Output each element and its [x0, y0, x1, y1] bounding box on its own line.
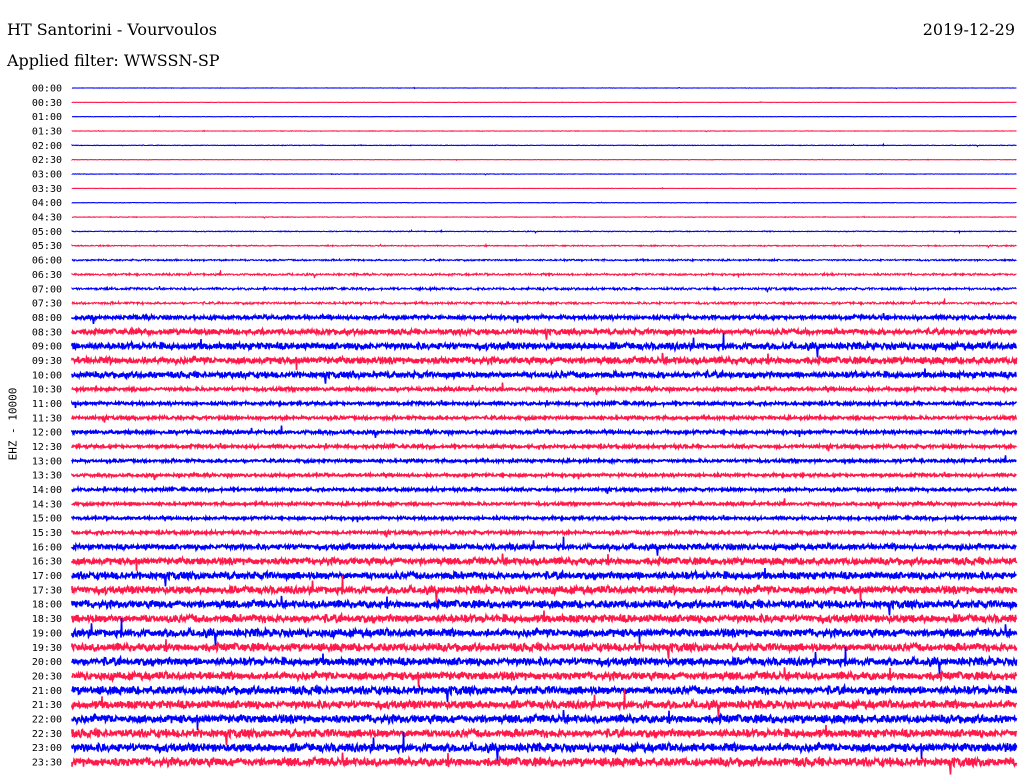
trace-row: [71, 413, 1018, 423]
trace-row: [71, 326, 1018, 340]
time-label: 18:30: [32, 614, 62, 625]
time-label: 03:00: [32, 170, 62, 181]
time-label: 17:30: [32, 585, 62, 596]
time-label: 23:30: [32, 757, 62, 768]
time-label: 06:00: [32, 256, 62, 267]
time-label: 20:30: [32, 671, 62, 682]
trace-row: [71, 201, 1017, 205]
time-label: 13:30: [32, 471, 62, 482]
trace-group: [71, 86, 1018, 775]
time-label: 06:30: [32, 270, 62, 281]
time-label: 16:30: [32, 557, 62, 568]
trace-row: [71, 610, 1018, 625]
time-label: 09:30: [32, 356, 62, 367]
trace-row: [71, 441, 1017, 452]
trace-row: [71, 709, 1018, 731]
time-label: 02:30: [32, 155, 62, 166]
time-label: 03:30: [32, 184, 62, 195]
time-label: 21:00: [32, 686, 62, 697]
time-label: 09:00: [32, 342, 62, 353]
time-label: 10:30: [32, 385, 62, 396]
time-label: 00:30: [32, 98, 62, 109]
trace-row: [71, 536, 1017, 556]
trace-row: [71, 425, 1018, 438]
time-label: 05:30: [32, 241, 62, 252]
trace-row: [71, 142, 1017, 148]
time-label: 12:30: [32, 442, 62, 453]
trace-row: [71, 242, 1017, 249]
time-label: 08:00: [32, 313, 62, 324]
trace-row: [71, 470, 1017, 481]
trace-row: [71, 257, 1017, 263]
time-label: 15:00: [32, 514, 62, 525]
trace-row: [71, 333, 1018, 358]
time-label: 22:00: [32, 714, 62, 725]
time-label: 05:00: [32, 227, 62, 238]
trace-row: [71, 689, 1018, 718]
time-label: 12:00: [32, 428, 62, 439]
trace-row: [71, 639, 1018, 659]
time-label: 13:00: [32, 456, 62, 467]
time-label: 14:00: [32, 485, 62, 496]
time-label: 20:00: [32, 657, 62, 668]
trace-row: [71, 682, 1018, 703]
trace-row: [71, 567, 1017, 587]
trace-row: [71, 513, 1018, 523]
trace-row: [71, 368, 1017, 384]
time-label-group: 00:00 00:30 01:00 01:30 02:00 02:30 03:00 03:30…: [32, 84, 62, 769]
trace-row: [71, 158, 1017, 162]
time-label: 19:00: [32, 628, 62, 639]
time-label: 16:00: [32, 542, 62, 553]
time-label: 08:30: [32, 327, 62, 338]
trace-row: [71, 617, 1018, 646]
trace-row: [71, 752, 1018, 775]
time-label: 15:30: [32, 528, 62, 539]
trace-row: [71, 101, 1017, 104]
time-label: 02:00: [32, 141, 62, 152]
time-label: 01:00: [32, 112, 62, 123]
trace-row: [71, 455, 1017, 466]
time-label: 04:00: [32, 198, 62, 209]
time-label: 18:00: [32, 600, 62, 611]
time-label: 22:30: [32, 729, 62, 740]
time-label: 17:00: [32, 571, 62, 582]
trace-row: [71, 667, 1018, 687]
trace-row: [71, 129, 1017, 133]
trace-row: [71, 724, 1018, 746]
trace-row: [71, 215, 1017, 219]
trace-row: [71, 498, 1018, 509]
time-label: 07:30: [32, 299, 62, 310]
trace-row: [71, 86, 1017, 90]
time-label: 11:30: [32, 413, 62, 424]
time-label: 14:30: [32, 499, 62, 510]
trace-row: [71, 484, 1017, 495]
trace-row: [71, 382, 1018, 395]
trace-row: [72, 115, 1017, 118]
trace-row: [71, 270, 1017, 279]
time-label: 07:00: [32, 284, 62, 295]
trace-row: [71, 398, 1018, 409]
time-label: 21:30: [32, 700, 62, 711]
trace-row: [71, 173, 1017, 176]
trace-row: [71, 575, 1018, 603]
trace-row: [71, 285, 1017, 293]
time-label: 23:00: [32, 743, 62, 754]
trace-row: [71, 312, 1017, 325]
helicorder-plot: 00:00 00:30 01:00 01:30 02:00 02:30 03:00 03:30…: [32, 84, 1018, 775]
time-label: 11:00: [32, 399, 62, 410]
time-label: 01:30: [32, 127, 62, 138]
trace-row: [71, 553, 1018, 571]
time-label: 00:00: [32, 84, 62, 95]
trace-row: [71, 646, 1018, 675]
trace-row: [71, 352, 1018, 370]
trace-row: [71, 186, 1017, 190]
time-label: 04:30: [32, 213, 62, 224]
trace-row: [71, 229, 1017, 235]
time-label: 10:00: [32, 370, 62, 381]
time-label: 19:30: [32, 643, 62, 654]
trace-row: [71, 298, 1018, 307]
trace-row: [71, 527, 1018, 538]
